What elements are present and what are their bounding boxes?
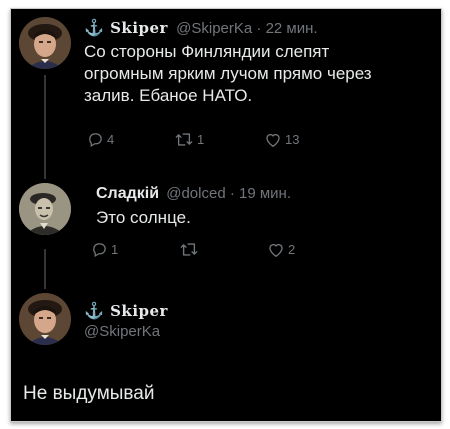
- anchor-icon: ⚓: [84, 303, 104, 320]
- separator: ·: [229, 185, 235, 202]
- thread-line: [44, 75, 46, 179]
- display-name[interactable]: Сладкій: [96, 185, 159, 202]
- reply-button[interactable]: 4: [87, 131, 174, 148]
- retweet-icon: [175, 133, 193, 146]
- anchor-icon: ⚓: [84, 20, 104, 37]
- timestamp[interactable]: 22 мин.: [266, 20, 318, 37]
- reply-button[interactable]: 1: [91, 241, 179, 258]
- avatar[interactable]: [19, 17, 71, 69]
- retweet-icon: [180, 243, 198, 256]
- like-count: 2: [288, 242, 296, 257]
- tweet-header: ⚓ Skiper @SkiperKa · 22 мин.: [84, 18, 318, 38]
- avatar[interactable]: [19, 183, 71, 235]
- heart-icon: [269, 243, 283, 257]
- avatar[interactable]: [19, 293, 71, 345]
- handle[interactable]: @SkiperKa: [84, 323, 160, 340]
- heart-icon: [266, 133, 280, 147]
- separator: ·: [256, 20, 262, 37]
- retweet-count: 1: [197, 132, 205, 147]
- tweet-text-line: огромным ярким лучом прямо через: [84, 64, 372, 83]
- tweet-text-line: Со стороны Финляндии слепят: [84, 42, 330, 61]
- like-button[interactable]: 13: [264, 131, 299, 148]
- tweet-header: ⚓ Skiper: [84, 301, 168, 321]
- tweet-actions: 1 2: [91, 241, 295, 258]
- retweet-button[interactable]: 1: [174, 131, 264, 148]
- reply-icon: [89, 133, 102, 148]
- thread-line: [44, 249, 46, 289]
- tweet-actions: 4 1 13: [87, 131, 299, 148]
- like-count: 13: [285, 132, 300, 147]
- tweet-text-line: залив. Ебаное НАТО.: [84, 86, 253, 105]
- retweet-button[interactable]: [179, 241, 267, 258]
- tweet-text: Не выдумывай: [23, 383, 155, 404]
- display-name[interactable]: Skiper: [110, 19, 168, 37]
- like-button[interactable]: 2: [267, 241, 295, 258]
- handle[interactable]: @dolced: [166, 185, 225, 202]
- reply-count: 4: [107, 132, 115, 147]
- tweet-text: Со стороны Финляндии слепят огромным ярк…: [84, 41, 434, 107]
- timestamp[interactable]: 19 мин.: [239, 185, 291, 202]
- screenshot-frame: ⚓ Skiper @SkiperKa · 22 мин. Со стороны …: [10, 8, 442, 422]
- tweet-header: Сладкій @dolced · 19 мин.: [96, 185, 291, 203]
- reply-icon: [93, 243, 106, 258]
- tweet-text: Это солнце.: [96, 208, 191, 227]
- reply-count: 1: [111, 242, 119, 257]
- handle[interactable]: @SkiperKa: [176, 20, 252, 37]
- display-name[interactable]: Skiper: [110, 302, 168, 320]
